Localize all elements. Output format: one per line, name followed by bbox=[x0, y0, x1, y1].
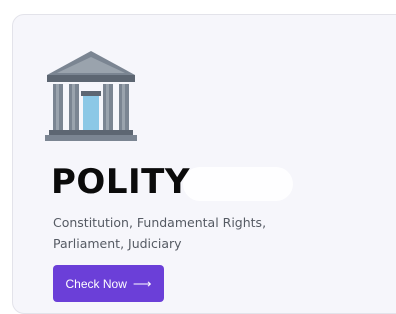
title-highlight bbox=[183, 167, 293, 201]
description-line: Parliament, Judiciary bbox=[53, 236, 182, 251]
card-description: Constitution, Fundamental Rights, Parlia… bbox=[53, 212, 343, 254]
check-now-button[interactable]: Check Now ⟶ bbox=[53, 265, 164, 302]
card-title: POLITY bbox=[51, 162, 190, 202]
description-line: Constitution, Fundamental Rights, bbox=[53, 215, 267, 230]
check-now-label: Check Now bbox=[65, 276, 127, 291]
arrow-right-icon: ⟶ bbox=[132, 276, 152, 291]
subject-card[interactable]: POLITY Constitution, Fundamental Rights,… bbox=[12, 14, 396, 314]
government-building-icon bbox=[41, 43, 141, 143]
